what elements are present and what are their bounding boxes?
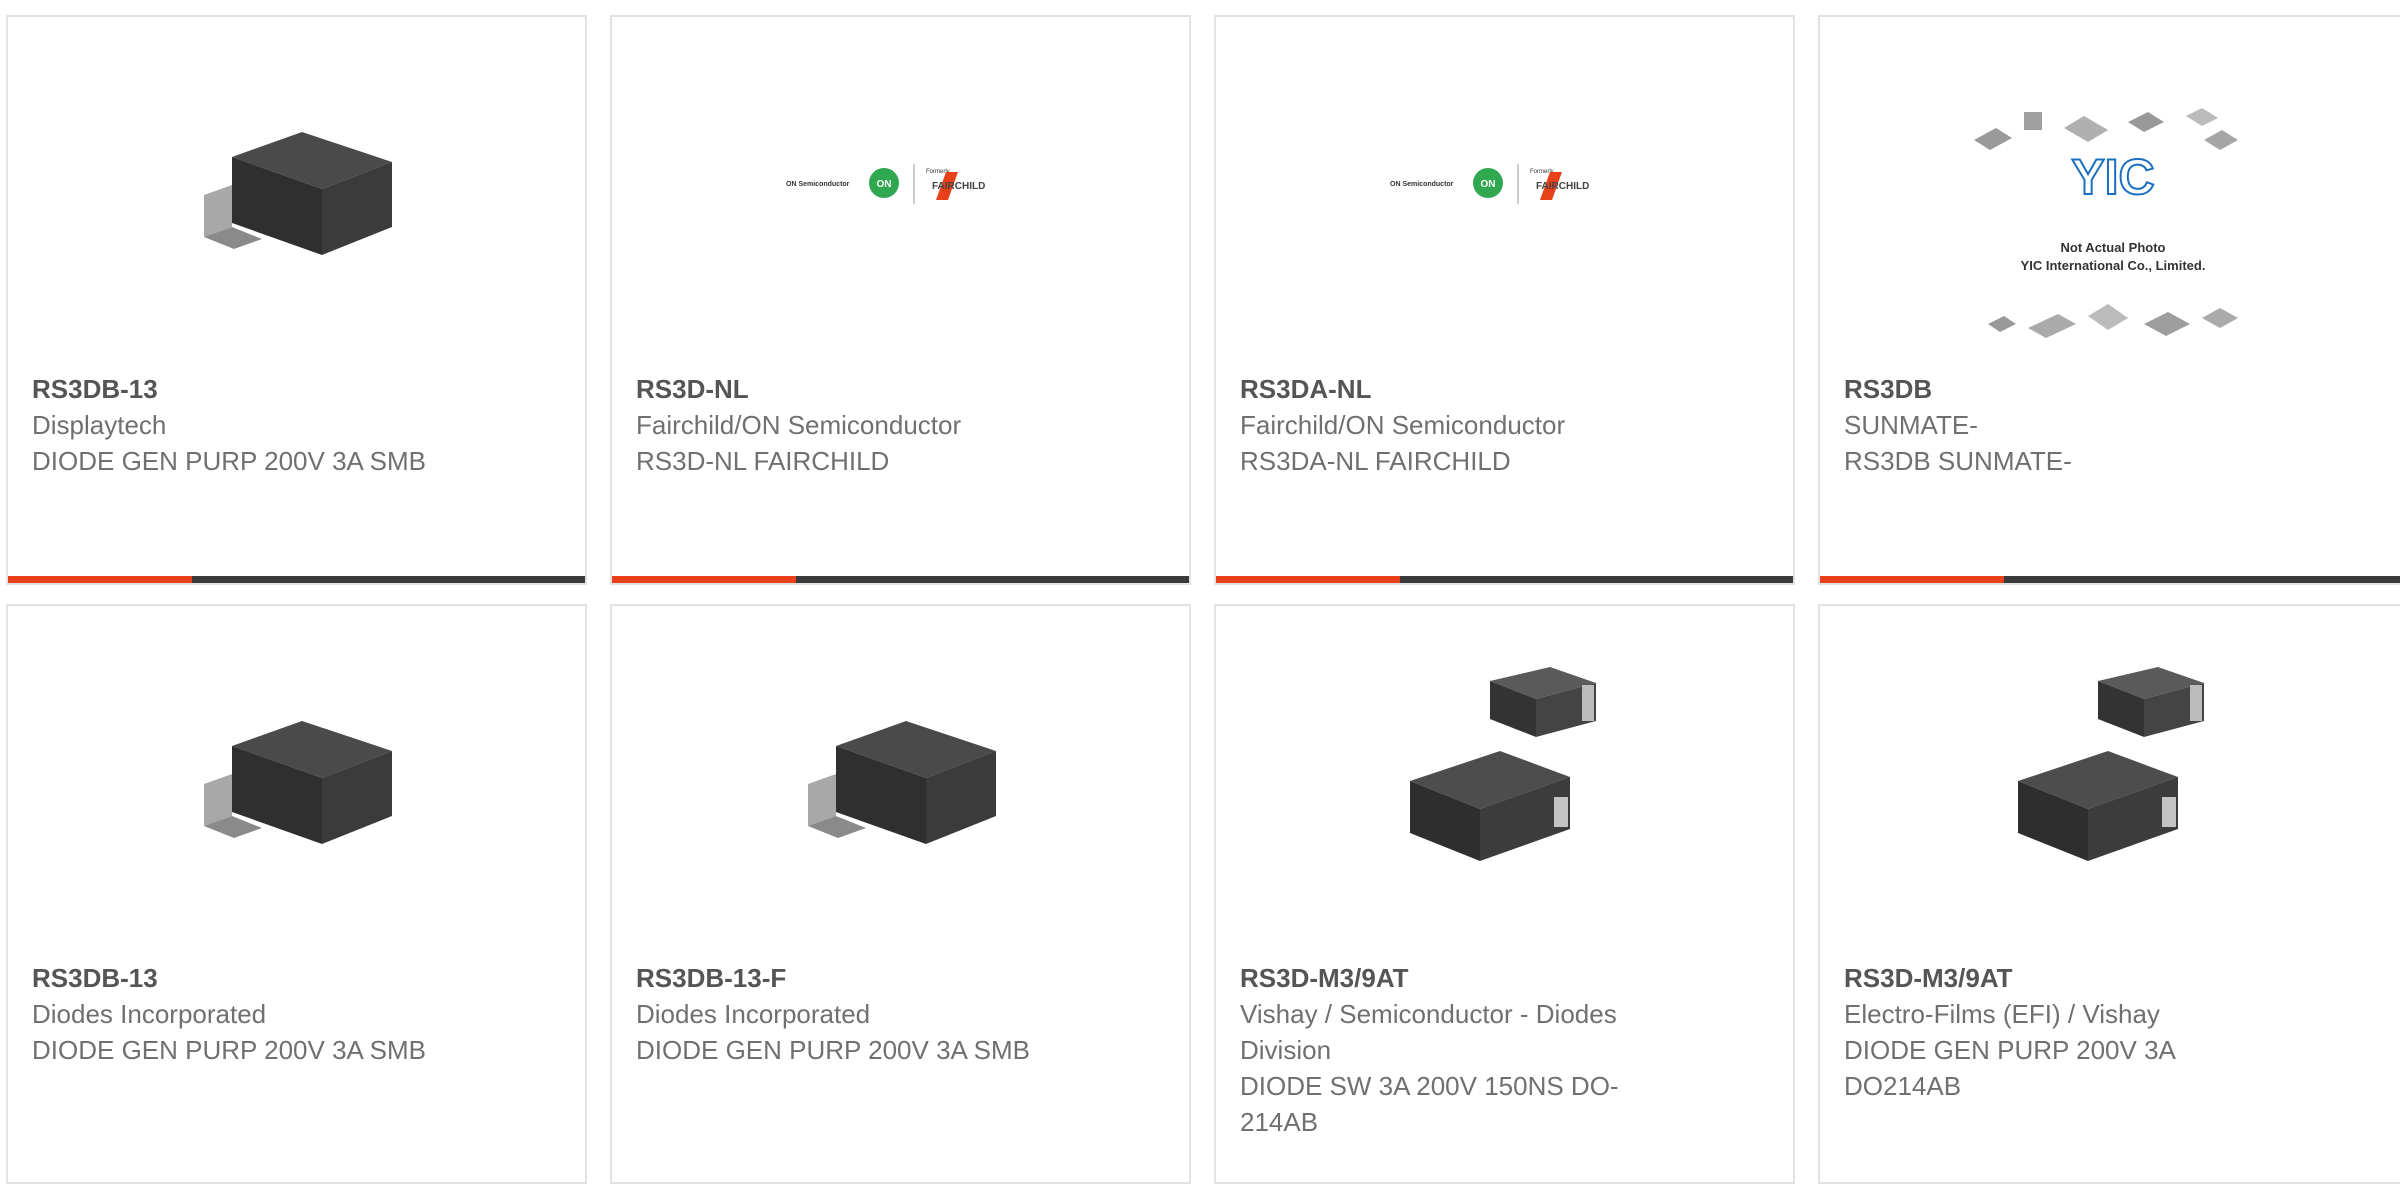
manufacturer: Electro-Films (EFI) / Vishay (1844, 999, 2160, 1029)
description: RS3DA-NL FAIRCHILD (1240, 446, 1511, 476)
card-footer-bar (8, 576, 585, 583)
manufacturer: Diodes Incorporated (32, 999, 267, 1029)
part-number[interactable]: RS3DB-13 (32, 371, 561, 407)
accent-bar (8, 576, 192, 583)
product-image[interactable]: ON Semiconductor ON Formerly FAIRCHILD (612, 77, 1189, 287)
logo-left-text: ON Semiconductor (1390, 181, 1454, 188)
manufacturer: Fairchild/ON Semiconductor (636, 410, 962, 440)
smb-diode-icon (203, 132, 392, 255)
product-card[interactable]: ON Semiconductor ON Formerly FAIRCHILD R… (1214, 15, 1795, 585)
manufacturer: Fairchild/ON Semiconductor (1240, 410, 1566, 440)
product-image[interactable] (8, 77, 585, 287)
product-card[interactable]: ON Semiconductor ON Formerly FAIRCHILD R… (610, 15, 1191, 585)
product-card[interactable]: RS3DB-13 Displaytech DIODE GEN PURP 200V… (6, 15, 587, 585)
description: RS3DB SUNMATE- (1844, 446, 2072, 476)
description: DIODE GEN PURP 200V 3A SMB (32, 446, 426, 476)
product-card[interactable]: RS3D-M3/9AT Electro-Films (EFI) / Vishay… (1818, 604, 2400, 1184)
card-footer-bar (1820, 576, 2400, 583)
smb-diode-icon (807, 721, 996, 844)
part-number[interactable]: RS3DA-NL (1240, 371, 1769, 407)
placeholder-line2: YIC International Co., Limited. (2021, 258, 2206, 273)
description: DIODE SW 3A 200V 150NS DO-214AB (1240, 1071, 1619, 1137)
description: DIODE GEN PURP 200V 3A SMB (32, 1035, 426, 1065)
smc-diode-pair-icon (2018, 667, 2204, 861)
description: DIODE GEN PURP 200V 3A DO214AB (1844, 1035, 2175, 1101)
logo-badge-text: ON (876, 179, 891, 190)
accent-bar (1820, 576, 2004, 583)
on-fairchild-logo-icon: ON Semiconductor ON Formerly FAIRCHILD (1390, 164, 1589, 204)
description: DIODE GEN PURP 200V 3A SMB (636, 1035, 1030, 1065)
logo-right-text: FAIRCHILD (1536, 181, 1589, 192)
product-image[interactable] (612, 666, 1189, 876)
part-number[interactable]: RS3DB-13-F (636, 960, 1165, 996)
product-card[interactable]: RS3D-M3/9AT Vishay / Semiconductor - Dio… (1214, 604, 1795, 1184)
card-footer-bar (1216, 576, 1793, 583)
logo-left-text: ON Semiconductor (786, 181, 850, 188)
logo-badge-text: ON (1480, 179, 1495, 190)
yic-placeholder-icon: YIC Not Actual Photo YIC International C… (1974, 108, 2238, 338)
part-number[interactable]: RS3DB (1844, 371, 2382, 407)
yic-brand-text: YIC (2071, 149, 2154, 205)
part-number[interactable]: RS3D-NL (636, 371, 1165, 407)
product-image[interactable]: YIC Not Actual Photo YIC International C… (1820, 102, 2400, 362)
part-number[interactable]: RS3D-M3/9AT (1844, 960, 2382, 996)
placeholder-line1: Not Actual Photo (2061, 240, 2166, 255)
product-image[interactable]: ON Semiconductor ON Formerly FAIRCHILD (1216, 77, 1793, 287)
description: RS3D-NL FAIRCHILD (636, 446, 890, 476)
manufacturer: Vishay / Semiconductor - Diodes Division (1240, 999, 1617, 1065)
product-image[interactable] (8, 666, 585, 876)
accent-bar (612, 576, 796, 583)
logo-right-text: FAIRCHILD (932, 181, 985, 192)
product-card[interactable]: RS3DB-13-F Diodes Incorporated DIODE GEN… (610, 604, 1191, 1184)
smb-diode-icon (203, 721, 392, 844)
manufacturer: SUNMATE- (1844, 410, 1978, 440)
manufacturer: Displaytech (32, 410, 167, 440)
manufacturer: Diodes Incorporated (636, 999, 871, 1029)
on-fairchild-logo-icon: ON Semiconductor ON Formerly FAIRCHILD (786, 164, 985, 204)
part-number[interactable]: RS3D-M3/9AT (1240, 960, 1769, 996)
product-card[interactable]: RS3DB-13 Diodes Incorporated DIODE GEN P… (6, 604, 587, 1184)
product-image[interactable] (1820, 666, 2400, 876)
card-footer-bar (612, 576, 1189, 583)
product-image[interactable] (1216, 666, 1793, 876)
accent-bar (1216, 576, 1400, 583)
part-number[interactable]: RS3DB-13 (32, 960, 561, 996)
product-grid: RS3DB-13 Displaytech DIODE GEN PURP 200V… (0, 0, 2400, 1184)
product-card[interactable]: YIC Not Actual Photo YIC International C… (1818, 15, 2400, 585)
smc-diode-pair-icon (1409, 667, 1596, 861)
